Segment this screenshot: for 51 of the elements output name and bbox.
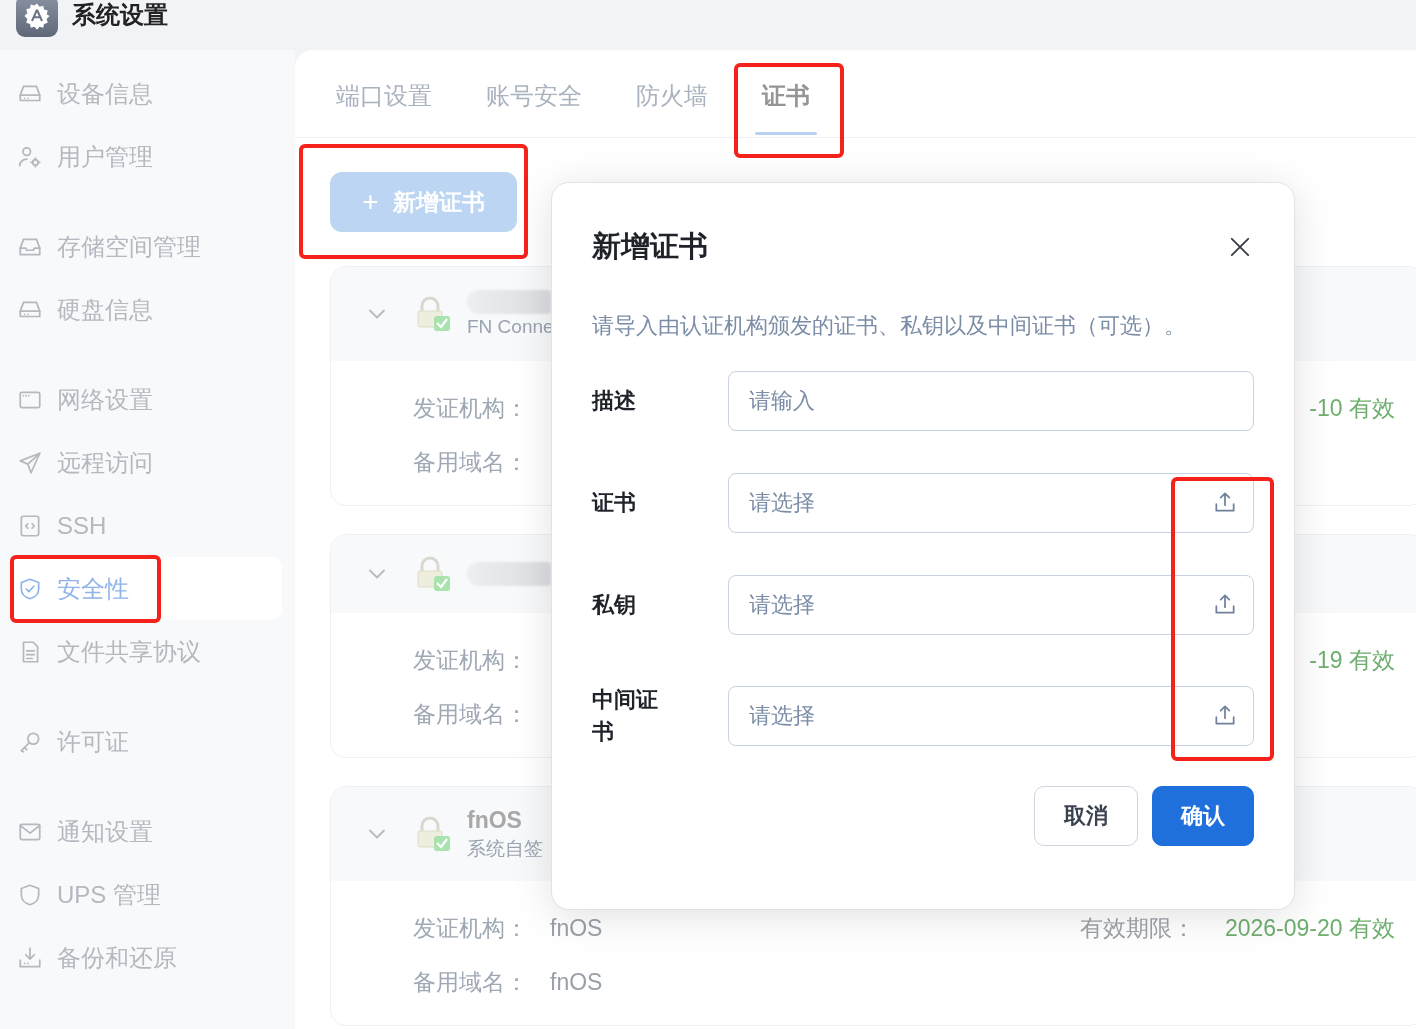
tab[interactable]: 防火墙 <box>629 50 715 137</box>
sidebar-item[interactable]: 硬盘信息 <box>10 278 282 341</box>
tab[interactable]: 端口设置 <box>329 50 439 137</box>
sidebar-item[interactable]: 许可证 <box>10 710 282 773</box>
certificate-name: fnOS <box>467 806 523 834</box>
field-value: fnOS <box>550 914 603 942</box>
sidebar-item[interactable]: UPS 管理 <box>10 863 282 926</box>
expiry-label: 有效期限： <box>1079 913 1195 943</box>
padlock-check-icon <box>415 296 451 332</box>
dialog-description: 请导入由认证机构颁发的证书、私钥以及中间证书（可选）。 <box>592 312 1187 340</box>
padlock-check-icon <box>415 816 451 852</box>
cancel-button[interactable]: 取消 <box>1034 785 1138 846</box>
field-label: 备用域名： <box>413 447 528 477</box>
field-label: 发证机构： <box>413 913 528 943</box>
expiry-value: 2026-09-20 有效 <box>1224 913 1395 943</box>
expiry-value: -10 有效 <box>1309 393 1395 423</box>
certificate-subtitle: FN Conne <box>467 316 554 338</box>
field-label: 备用域名： <box>413 967 528 997</box>
field-label: 发证机构： <box>413 645 528 675</box>
expiry-value: -19 有效 <box>1309 645 1395 675</box>
sidebar-item[interactable]: 设备信息 <box>10 62 282 125</box>
sidebar-item[interactable]: SSH <box>10 494 282 557</box>
add-certificate-button[interactable]: + 新增证书 <box>330 172 517 232</box>
form-label: 描述 <box>592 387 637 416</box>
file-select-field[interactable]: 请选择 <box>728 685 1254 746</box>
padlock-check-icon <box>415 556 451 592</box>
paper-plane-icon <box>17 449 43 476</box>
form-label: 私钥 <box>592 591 637 620</box>
sidebar-item[interactable]: 存储空间管理 <box>10 215 282 278</box>
tab[interactable]: 证书 <box>755 50 817 137</box>
window-title: 系统设置 <box>72 0 168 30</box>
sidebar-item[interactable]: 备份和还原 <box>10 926 282 989</box>
field-label: 备用域名： <box>413 699 528 729</box>
sidebar-item[interactable]: 远程访问 <box>10 431 282 494</box>
code-file-icon <box>17 512 43 539</box>
file-select-field[interactable]: 请选择 <box>728 473 1254 533</box>
confirm-button[interactable]: 确认 <box>1152 785 1254 846</box>
form-label: 证书 <box>592 489 637 518</box>
tab[interactable]: 账号安全 <box>479 50 589 137</box>
app-gear-icon <box>16 0 58 37</box>
sidebar-item[interactable]: 网络设置 <box>10 368 282 431</box>
file-select-field[interactable]: 请选择 <box>728 575 1254 635</box>
sidebar-item[interactable]: 文件共享协议 <box>10 620 282 683</box>
certificate-subtitle: 系统自签 <box>467 836 543 861</box>
dialog-title: 新增证书 <box>592 229 708 264</box>
sidebar-item[interactable]: 用户管理 <box>10 125 282 188</box>
sidebar-item[interactable]: 通知设置 <box>10 800 282 863</box>
field-label: 发证机构： <box>413 393 528 423</box>
input-field[interactable]: 请输入 <box>728 371 1254 431</box>
field-value: fnOS <box>550 968 603 996</box>
form-label: 中间证书 <box>592 686 659 746</box>
